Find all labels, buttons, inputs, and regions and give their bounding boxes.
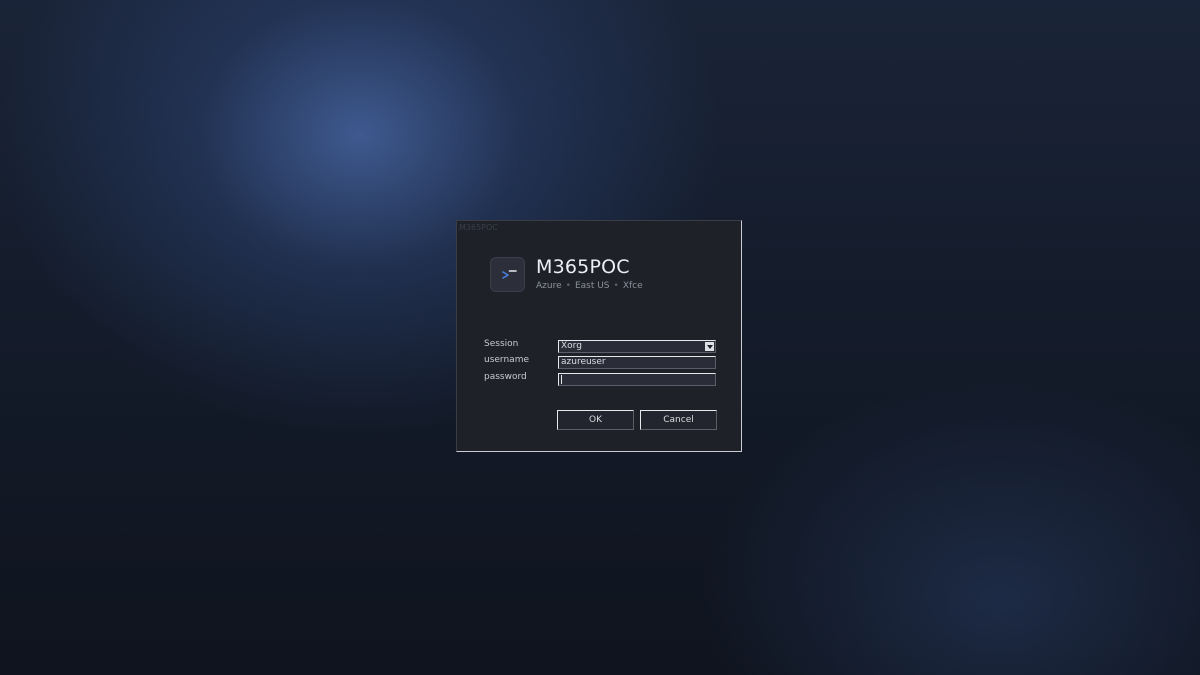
username-label: username [484, 355, 529, 365]
password-label: password [484, 372, 527, 382]
session-select[interactable]: Xorg [558, 340, 716, 353]
chevron-down-icon[interactable] [705, 342, 714, 351]
subtitle-region: East US [574, 281, 610, 291]
subtitle-desktop: Xfce [622, 281, 643, 291]
app-name: M365POC [536, 256, 630, 278]
session-label: Session [484, 339, 519, 349]
subtitle-separator: • [565, 281, 571, 291]
cancel-button[interactable]: Cancel [640, 410, 717, 430]
subtitle-cloud: Azure [536, 281, 562, 291]
text-cursor [561, 375, 562, 384]
password-field[interactable] [558, 373, 716, 386]
username-field-value: azureuser [561, 357, 606, 367]
host-subtitle: Azure • East US • Xfce [536, 280, 643, 292]
login-dialog: M365POC M365POC Azure • East US • Xfce Sessi… [456, 220, 742, 452]
username-field[interactable]: azureuser [558, 356, 716, 369]
terminal-prompt-icon [490, 257, 525, 292]
dialog-title: M365POC [459, 223, 498, 232]
desktop-background: { "dialog": { "title": "M365POC" }, "hea… [0, 0, 1200, 675]
ok-button[interactable]: OK [557, 410, 634, 430]
session-select-value: Xorg [561, 341, 582, 351]
subtitle-separator: • [613, 281, 619, 291]
